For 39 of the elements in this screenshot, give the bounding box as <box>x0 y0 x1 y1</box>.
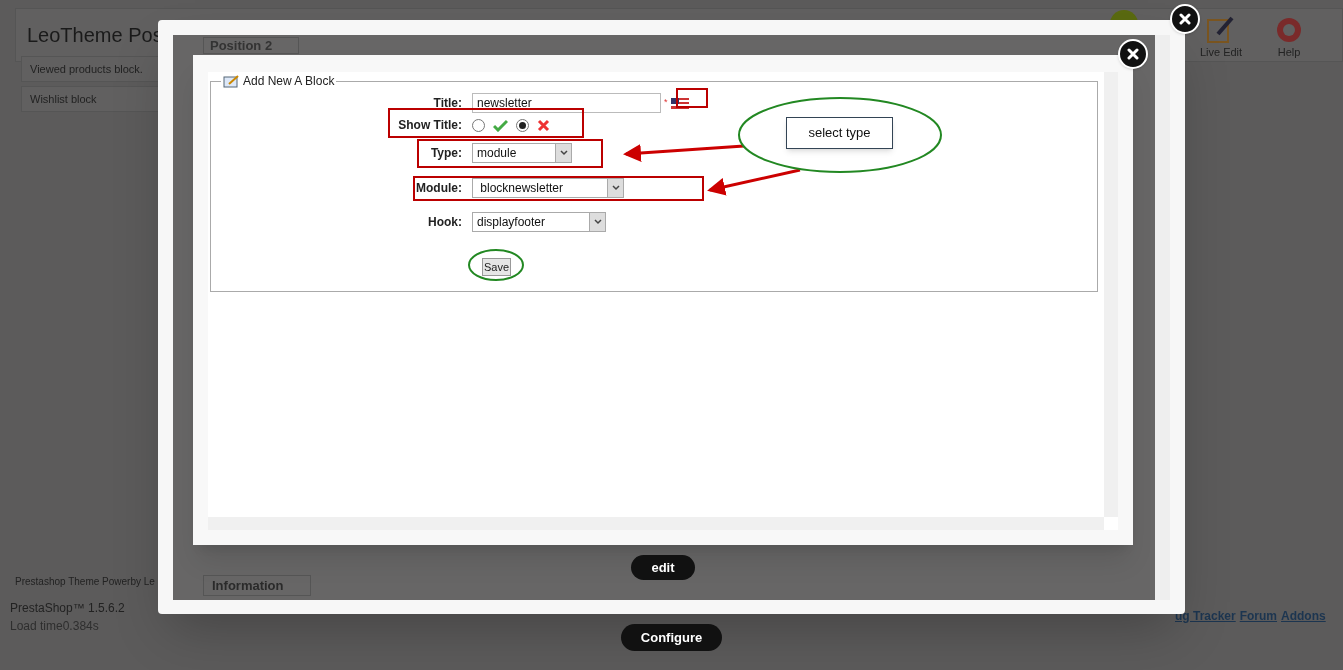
select-field[interactable]: module <box>472 143 572 163</box>
pencil-icon <box>1206 15 1236 44</box>
select-field[interactable]: displayfooter <box>472 212 606 232</box>
check-icon <box>493 118 508 132</box>
save-button[interactable]: Save <box>482 258 511 276</box>
field-label: Show Title: <box>397 117 463 134</box>
version-text: PrestaShop™ 1.5.6.2 <box>10 600 125 617</box>
footer-link[interactable]: ug Tracker <box>1175 607 1236 625</box>
configure-button[interactable]: Configure <box>621 624 722 651</box>
caret-icon <box>593 219 602 225</box>
highlight-frame <box>676 88 708 108</box>
field-label: Title: <box>432 95 463 112</box>
footer-link[interactable]: Forum <box>1239 607 1278 625</box>
close-icon <box>1127 48 1139 60</box>
footer-link[interactable]: Addons <box>1281 607 1326 625</box>
lifebuoy-icon <box>1274 15 1304 44</box>
select-field[interactable]: blocknewsletter <box>472 178 624 198</box>
callout-box: select type <box>786 117 893 149</box>
highlight-ellipse <box>468 249 524 281</box>
scrollbar[interactable] <box>1155 35 1170 600</box>
legend-title: Add New A Block <box>243 73 335 90</box>
close-icon <box>1179 13 1191 25</box>
field-label: Type: <box>429 145 463 162</box>
cross-icon <box>537 118 550 132</box>
section-tab[interactable]: Information <box>203 574 311 596</box>
flag-icon[interactable] <box>670 97 689 109</box>
required-mark: * <box>664 96 668 110</box>
toolbar-button[interactable]: Live Edit <box>1196 15 1246 60</box>
field-label: Hook: <box>427 214 463 231</box>
radio-button[interactable] <box>472 118 485 132</box>
caret-icon <box>559 150 568 156</box>
field-label: Module: <box>415 180 463 197</box>
close-button[interactable] <box>1170 4 1200 34</box>
radio-button[interactable] <box>516 118 529 132</box>
edit-button[interactable]: edit <box>631 555 695 580</box>
toolbar-button[interactable]: Help <box>1264 15 1314 60</box>
note-icon <box>223 74 239 88</box>
title-field[interactable]: newsletter <box>472 93 661 113</box>
caret-icon <box>611 185 620 191</box>
